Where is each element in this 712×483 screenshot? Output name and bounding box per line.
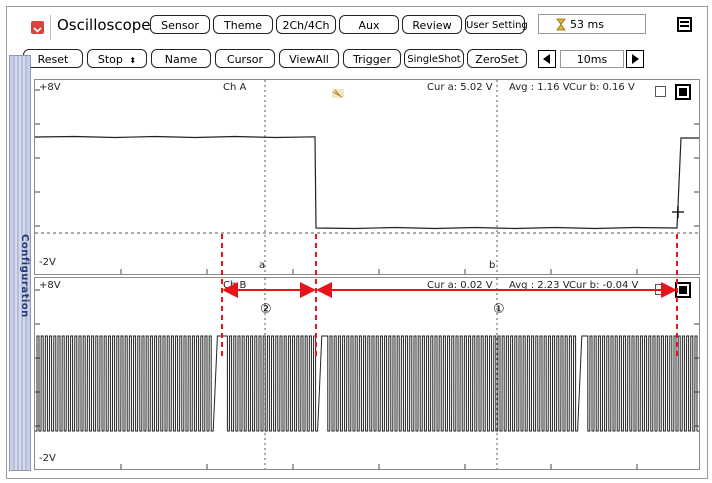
channel-mode-button[interactable]: 2Ch/4Ch (276, 15, 336, 34)
timebase-display: 10ms (560, 50, 624, 68)
updown-icon: ⬍ (129, 56, 137, 65)
arrow-right-icon (632, 54, 639, 64)
timer-value: 53 ms (570, 18, 604, 31)
stop-label: Stop (97, 53, 123, 66)
hourglass-icon (556, 18, 566, 31)
channel-a-min-label: -2V (39, 257, 56, 268)
singleshot-button[interactable]: SingleShot (404, 49, 464, 68)
channel-b-cur-b: Cur b: -0.04 V (569, 280, 639, 291)
channel-a-max-label: +8V (39, 82, 61, 93)
channel-b-avg: Avg : 2.23 V (509, 280, 570, 291)
channel-a-name: Ch A (223, 82, 247, 93)
theme-button[interactable]: Theme (213, 15, 273, 34)
cursor-a-label: a (259, 260, 266, 271)
channel-b-panel: +8V -2V Ch B Cur a: 0.02 V Avg : 2.23 V … (34, 277, 700, 470)
aux-button[interactable]: Aux (339, 15, 399, 34)
stop-dropdown[interactable]: Stop ⬍ (87, 49, 147, 68)
name-button[interactable]: Name (151, 49, 211, 68)
timebase-decrease-button[interactable] (538, 50, 556, 68)
crosshair-icon (672, 206, 684, 218)
timebase-value: 10ms (576, 53, 608, 66)
channel-b-expand-toggle[interactable] (675, 282, 691, 298)
review-button[interactable]: Review (402, 15, 462, 34)
sidebar-label: Configuration (19, 234, 30, 318)
viewall-button[interactable]: ViewAll (279, 49, 339, 68)
channel-a-plot (35, 80, 699, 274)
channel-a-panel: +8V -2V Ch A Cur a: 5.02 V Avg : 1.16 V … (34, 79, 700, 275)
zeroset-button[interactable]: ZeroSet (467, 49, 527, 68)
channel-b-cur-a: Cur a: 0.02 V (427, 280, 493, 291)
annotation-marker-1: ① (493, 302, 505, 317)
channel-a-trace (35, 135, 699, 230)
channel-b-checkbox[interactable] (655, 284, 666, 295)
cursor-button[interactable]: Cursor (215, 49, 275, 68)
channel-b-plot (35, 278, 699, 469)
timer-display: 53 ms (538, 14, 646, 34)
channel-a-avg: Avg : 1.16 V (509, 82, 570, 93)
channel-b-max-label: +8V (39, 280, 61, 291)
sensor-button[interactable]: Sensor (150, 15, 210, 34)
window-toggle-icon[interactable] (677, 17, 692, 32)
channel-a-expand-toggle[interactable] (675, 84, 691, 100)
marker-icon (332, 89, 344, 98)
channel-a-checkbox[interactable] (655, 86, 666, 97)
channel-b-name: Ch B (223, 280, 247, 291)
annotation-marker-2: ② (260, 302, 272, 317)
arrow-left-icon (543, 54, 550, 64)
channel-a-cur-a: Cur a: 5.02 V (427, 82, 493, 93)
channel-b-min-label: -2V (39, 453, 56, 464)
app-title: Oscilloscope (57, 16, 151, 34)
user-setting-button[interactable]: User Setting (465, 15, 528, 34)
timebase-increase-button[interactable] (626, 50, 644, 68)
app-logo-icon (31, 21, 44, 34)
configuration-sidebar[interactable]: Configuration (9, 55, 31, 471)
reset-button[interactable]: Reset (23, 49, 83, 68)
trigger-button[interactable]: Trigger (343, 49, 401, 68)
channel-a-cur-b: Cur b: 0.16 V (569, 82, 635, 93)
title-divider (50, 15, 51, 40)
channel-b-trace (35, 335, 699, 432)
cursor-b-label: b (489, 260, 496, 271)
